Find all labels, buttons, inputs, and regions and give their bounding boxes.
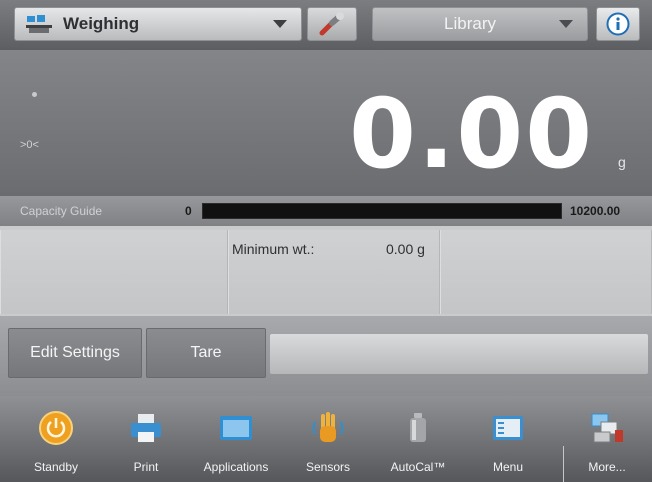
- weight-display: >0< 0.00 g: [0, 50, 652, 196]
- tare-button[interactable]: Tare: [146, 328, 266, 378]
- tools-button[interactable]: [307, 7, 357, 41]
- reference-field-right: [440, 230, 652, 314]
- nav-item-menu[interactable]: Menu: [466, 406, 550, 478]
- library-label: Library: [444, 14, 496, 33]
- unit-label[interactable]: g: [618, 154, 626, 170]
- hand-sensor-icon: [312, 412, 344, 442]
- nav-label: Print: [133, 460, 159, 474]
- applications-icon: [220, 416, 252, 440]
- nav-label: More...: [588, 460, 626, 474]
- chevron-down-icon: [559, 20, 573, 28]
- more-icon: [591, 413, 623, 443]
- nav-item-applications[interactable]: Applications: [194, 406, 278, 478]
- printer-icon: [131, 414, 161, 442]
- nav-divider: [563, 446, 564, 482]
- chevron-down-icon: [273, 20, 287, 28]
- stable-dot-icon: [22, 90, 46, 98]
- capacity-guide-label: Capacity Guide: [20, 204, 103, 218]
- nav-item-sensors[interactable]: Sensors: [286, 406, 370, 478]
- capacity-guide: Capacity Guide 0 10200.00: [0, 196, 652, 226]
- standby-icon: [39, 411, 73, 445]
- nav-item-standby[interactable]: Standby: [14, 406, 98, 478]
- menu-icon: [493, 416, 523, 440]
- nav-item-autocal[interactable]: AutoCal™: [376, 406, 460, 478]
- capacity-min: 0: [185, 204, 192, 218]
- weight-value: 0.00: [349, 78, 594, 190]
- nav-item-print[interactable]: Print: [104, 406, 188, 478]
- application-dropdown[interactable]: Weighing: [14, 7, 302, 41]
- application-label: Weighing: [63, 14, 140, 33]
- info-icon: [606, 12, 630, 36]
- edit-settings-button[interactable]: Edit Settings: [8, 328, 142, 378]
- library-dropdown[interactable]: Library: [372, 7, 588, 41]
- action-bar: Edit Settings Tare: [0, 316, 652, 396]
- nav-label: Sensors: [305, 460, 351, 474]
- nav-label: Standby: [33, 460, 79, 474]
- reference-fields: Minimum wt.: 0.00 g: [0, 226, 652, 316]
- nav-label: Menu: [492, 460, 524, 474]
- minimum-weight-label: Minimum wt.:: [232, 241, 315, 257]
- nav-item-more[interactable]: More...: [565, 406, 649, 478]
- bottom-nav: Standby Print Applications Sensors AutoC…: [0, 396, 652, 482]
- center-of-zero-indicator: >0<: [20, 139, 39, 151]
- nav-label: AutoCal™: [390, 460, 446, 474]
- reference-field-left: [0, 230, 228, 314]
- capacity-bar: [202, 203, 562, 219]
- wrench-icon: [319, 12, 344, 36]
- minimum-weight-value: 0.00 g: [386, 241, 425, 257]
- action-empty-slot: [270, 334, 648, 374]
- top-bar: Weighing Library: [0, 0, 652, 50]
- scale-app-icon: [26, 15, 52, 33]
- calibration-weight-icon: [410, 413, 426, 442]
- capacity-max: 10200.00: [570, 204, 621, 218]
- nav-label: Applications: [203, 460, 269, 474]
- info-button[interactable]: [596, 7, 640, 41]
